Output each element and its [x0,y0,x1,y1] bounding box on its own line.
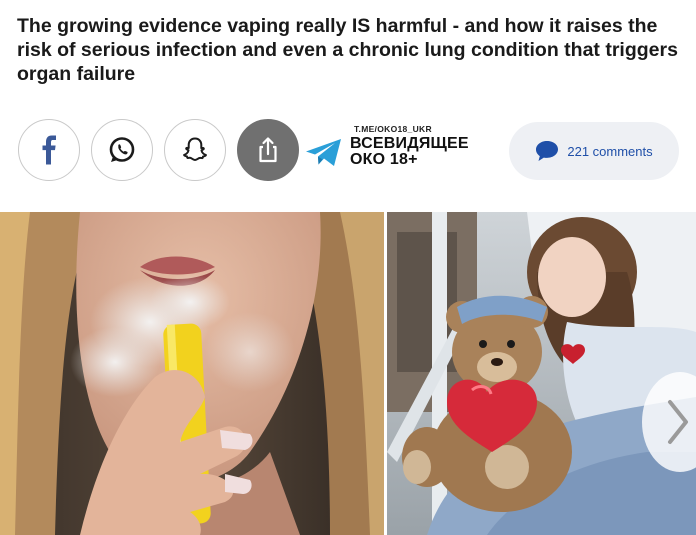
snapchat-share-button[interactable] [164,119,226,181]
article-headline: The growing evidence vaping really IS ha… [17,15,678,85]
telegram-handle: T.ME/OKO18_UKR [354,124,432,134]
facebook-icon [42,135,56,165]
chevron-right-icon [668,400,688,444]
telegram-channel-link[interactable]: T.ME/OKO18_UKR ВСЕВИДЯЩЕЕ ОКО 18+ [305,124,495,176]
facebook-share-button[interactable] [18,119,80,181]
share-icon [259,137,277,163]
telegram-channel-name: ВСЕВИДЯЩЕЕ ОКО 18+ [350,135,469,168]
speech-bubble-icon [536,141,559,161]
comments-button[interactable]: 221 comments [509,122,679,180]
whatsapp-icon [109,137,135,162]
telegram-icon [306,139,341,166]
snapchat-icon [183,137,207,161]
share-bar: T.ME/OKO18_UKR ВСЕВИДЯЩЕЕ ОКО 18+ 221 co… [0,118,696,184]
share-button[interactable] [237,119,299,181]
comments-count: 221 comments [567,143,653,159]
woman-vaping-photo [0,212,384,535]
whatsapp-share-button[interactable] [91,119,153,181]
girl-hospital-photo [387,212,696,535]
